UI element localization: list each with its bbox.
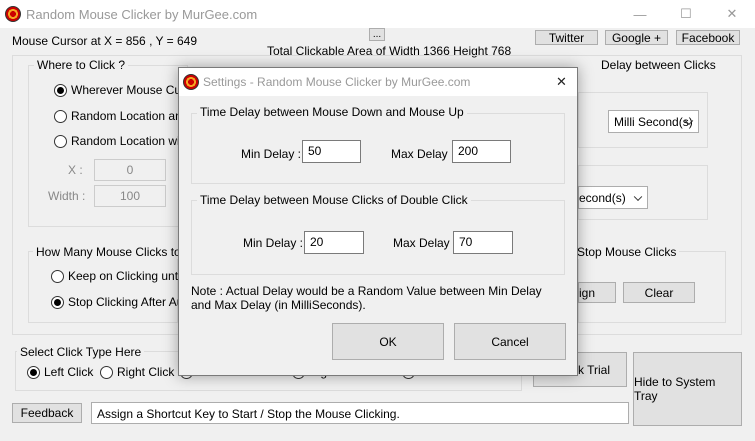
radio-icon xyxy=(100,365,113,379)
g1-min-label: Min Delay : xyxy=(241,147,302,161)
delay-unit-select-top[interactable]: Milli Second(s) xyxy=(608,110,699,133)
note-text: Note : Actual Delay would be a Random Va… xyxy=(191,284,542,312)
radio-wherever-cursor[interactable]: Wherever Mouse Curso xyxy=(54,83,198,97)
clear-button[interactable]: Clear xyxy=(623,282,695,303)
app-logo-icon xyxy=(5,6,21,22)
dots-button[interactable]: ... xyxy=(369,28,385,41)
x-label: X : xyxy=(68,163,83,177)
g2-max-delay-input[interactable]: 70 xyxy=(453,231,513,254)
how-many-clicks-title: How Many Mouse Clicks to Au xyxy=(33,245,202,259)
g2-max-label: Max Delay : xyxy=(393,236,457,250)
radio-icon xyxy=(51,269,64,283)
delay-group-title: Delay between Clicks xyxy=(601,58,716,72)
radio-selected-icon xyxy=(51,295,64,309)
radio-selected-icon xyxy=(27,365,40,379)
radio-icon xyxy=(54,134,67,148)
maximize-icon[interactable]: ☐ xyxy=(663,0,709,28)
status-text: Assign a Shortcut Key to Start / Stop th… xyxy=(91,402,629,424)
cancel-button[interactable]: Cancel xyxy=(454,323,566,360)
g1-min-delay-input[interactable]: 50 xyxy=(302,140,361,163)
where-to-click-title: Where to Click ? xyxy=(34,58,129,72)
radio-random-anywhere[interactable]: Random Location anyw xyxy=(54,109,196,123)
settings-dialog: Settings - Random Mouse Clicker by MurGe… xyxy=(178,67,578,376)
ok-button[interactable]: OK xyxy=(332,323,444,360)
cursor-position-text: Mouse Cursor at X = 856 , Y = 649 xyxy=(12,34,198,48)
delay-unit-select-bottom[interactable]: econd(s) xyxy=(578,186,648,209)
hide-to-tray-button[interactable]: Hide to System Tray xyxy=(633,352,742,426)
width-input[interactable]: 100 xyxy=(94,185,166,207)
x-input[interactable]: 0 xyxy=(94,159,166,181)
g2-min-delay-input[interactable]: 20 xyxy=(304,231,364,254)
radio-right-click[interactable]: Right Click xyxy=(100,365,174,379)
g1-max-delay-input[interactable]: 200 xyxy=(452,140,511,163)
stop-clicks-title: Stop Mouse Clicks xyxy=(574,245,680,259)
double-click-title: Time Delay between Mouse Clicks of Doubl… xyxy=(197,193,471,207)
assign-button[interactable]: ign xyxy=(578,282,616,303)
facebook-button[interactable]: Facebook xyxy=(676,30,740,45)
dialog-title: Settings - Random Mouse Clicker by MurGe… xyxy=(203,75,471,89)
chevron-down-icon xyxy=(633,192,643,201)
radio-keep-clicking[interactable]: Keep on Clicking untill s xyxy=(51,269,195,283)
close-icon[interactable]: ✕ xyxy=(709,0,755,28)
click-type-title: Select Click Type Here xyxy=(17,345,145,359)
width-label: Width : xyxy=(48,189,86,203)
minimize-icon[interactable]: — xyxy=(617,0,663,28)
window-title: Random Mouse Clicker by MurGee.com xyxy=(26,7,258,22)
g2-min-label: Min Delay : xyxy=(243,236,304,250)
radio-left-click[interactable]: Left Click xyxy=(27,365,93,379)
mouse-down-up-title: Time Delay between Mouse Down and Mouse … xyxy=(197,105,467,119)
feedback-button[interactable]: Feedback xyxy=(12,403,82,423)
radio-selected-icon xyxy=(54,83,67,97)
app-logo-icon xyxy=(183,74,199,90)
radio-random-within[interactable]: Random Location withi xyxy=(54,134,192,148)
google-plus-button[interactable]: Google + xyxy=(605,30,668,45)
how-many-clicks-group xyxy=(28,251,178,323)
g1-max-label: Max Delay : xyxy=(391,147,455,161)
radio-stop-after[interactable]: Stop Clicking After Auto xyxy=(51,295,193,309)
radio-icon xyxy=(54,109,67,123)
twitter-button[interactable]: Twitter xyxy=(535,30,598,45)
dialog-close-icon[interactable]: ✕ xyxy=(556,74,567,90)
